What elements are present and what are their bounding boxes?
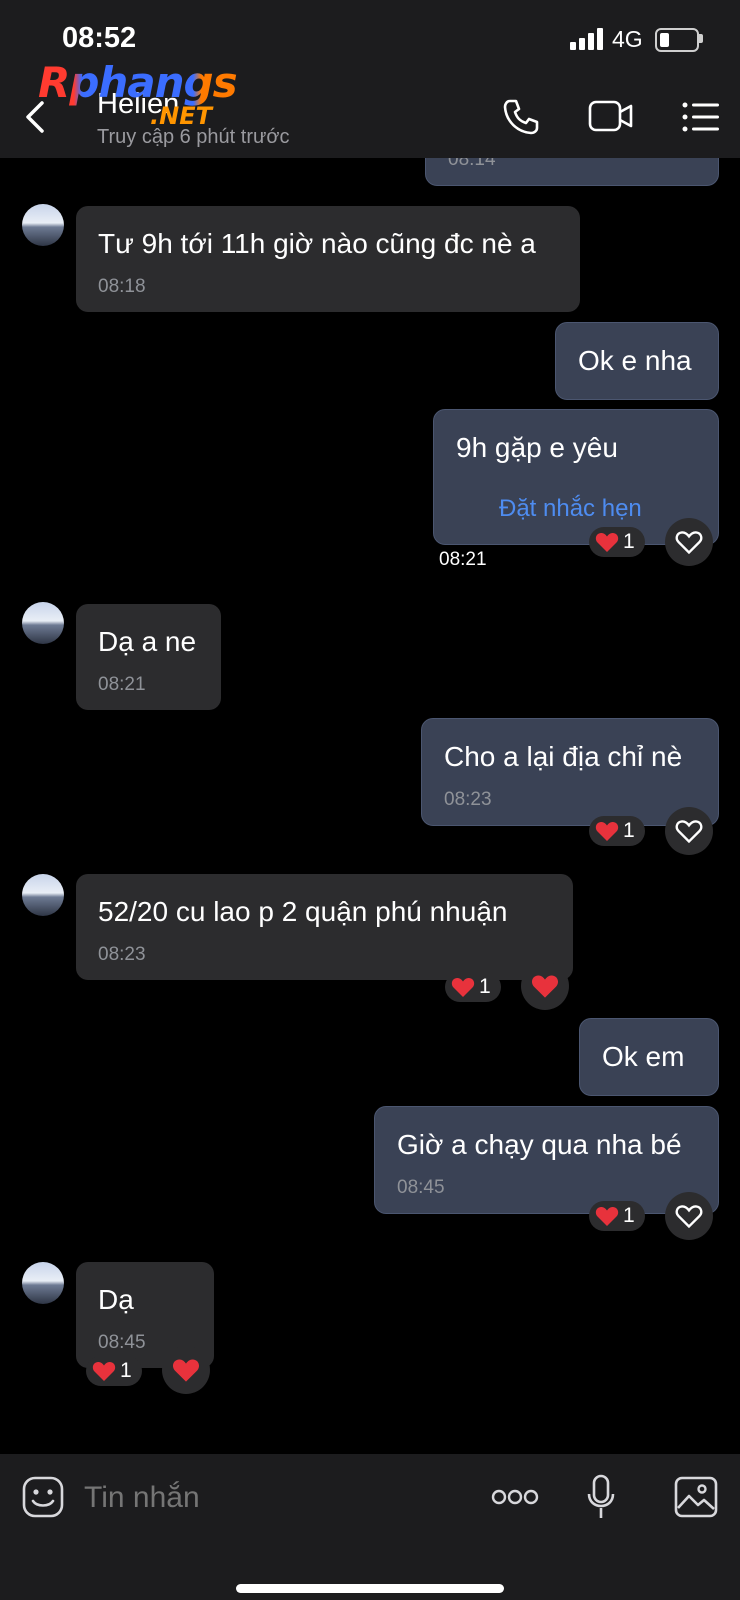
react-button[interactable] [162,1346,210,1394]
message-text: Giờ a chạy qua nha bé [397,1129,682,1160]
status-time: 08:52 [62,22,137,54]
message-time: 08:23 [444,789,492,810]
reaction-count[interactable]: 1 [589,816,645,846]
phone-icon[interactable] [502,98,540,136]
mic-icon[interactable] [586,1474,616,1520]
heart-outline-icon [675,820,703,844]
message-time: 08:23 [98,944,146,965]
reaction-count-value: 1 [623,819,635,842]
message-text: 52/20 cu lao p 2 quận phú nhuận [98,896,508,927]
message-bubble-outgoing[interactable]: Ok e nha [555,322,719,400]
watermark-suffix: .NET [150,102,212,130]
image-icon[interactable] [674,1476,718,1518]
message-time: 08:21 [439,549,487,570]
video-icon[interactable] [588,100,634,132]
react-button[interactable] [665,1192,713,1240]
heart-outline-icon [675,1205,703,1229]
network-label: 4G [612,26,643,52]
react-button[interactable] [665,518,713,566]
sticker-icon[interactable] [22,1476,64,1518]
message-list[interactable]: 08:14 Tư 9h tới 11h giờ nào cũng đc nè a… [0,158,740,1454]
message-text: Dạ a ne [98,626,197,657]
message-input[interactable] [82,1472,466,1524]
message-text: Cho a lại địa chỉ nè [444,741,683,772]
battery-cap [699,34,703,43]
avatar[interactable] [22,874,64,916]
menu-icon[interactable] [682,102,720,132]
home-indicator[interactable] [236,1584,504,1593]
message-composer [0,1454,740,1600]
more-icon[interactable] [491,1488,539,1506]
heart-icon [172,1359,200,1382]
avatar[interactable] [22,204,64,246]
message-bubble-incoming[interactable]: Dạ a ne 08:21 [76,604,221,710]
message-time: 08:14 [448,158,496,170]
signal-icon [570,28,603,50]
heart-icon [531,975,559,998]
heart-icon [595,821,619,841]
heart-icon [595,1206,619,1226]
reaction-count[interactable]: 1 [445,972,501,1002]
reaction-count-value: 1 [623,530,635,553]
set-reminder-link[interactable]: Đặt nhắc hẹn [499,495,642,523]
reaction-count-value: 1 [479,975,491,998]
battery-icon [655,28,699,52]
message-text: 9h gặp e yêu [456,432,618,463]
message-bubble-incoming[interactable]: 52/20 cu lao p 2 quận phú nhuận 08:23 [76,874,573,980]
watermark-main: Rphangs [38,58,238,107]
watermark-logo: Rphangs .NET [38,58,238,130]
status-bar: 08:52 4G [0,0,740,60]
reaction-count[interactable]: 1 [86,1356,142,1386]
message-text: Tư 9h tới 11h giờ nào cũng đc nè a [98,228,536,259]
message-time: 08:45 [98,1332,146,1353]
message-time: 08:18 [98,276,146,297]
message-time: 08:45 [397,1177,445,1198]
avatar[interactable] [22,602,64,644]
message-text: Ok em [602,1041,685,1072]
reaction-count[interactable]: 1 [589,1201,645,1231]
heart-icon [92,1361,116,1381]
reaction-count-value: 1 [623,1204,635,1227]
message-bubble-outgoing[interactable]: Giờ a chạy qua nha bé 08:45 [374,1106,719,1214]
message-text: Ok e nha [578,345,692,376]
message-bubble-incoming[interactable]: Tư 9h tới 11h giờ nào cũng đc nè a 08:18 [76,206,580,312]
reaction-count[interactable]: 1 [589,527,645,557]
heart-outline-icon [675,531,703,555]
heart-icon [451,977,475,997]
react-button[interactable] [521,962,569,1010]
message-bubble-outgoing[interactable]: Ok em [579,1018,719,1096]
heart-icon [595,532,619,552]
message-text: Dạ [98,1284,134,1315]
message-bubble-outgoing[interactable]: 08:14 [425,158,719,186]
message-bubble-outgoing[interactable]: Cho a lại địa chỉ nè 08:23 [421,718,719,826]
message-time: 08:21 [98,674,146,695]
reaction-count-value: 1 [120,1359,132,1382]
react-button[interactable] [665,807,713,855]
avatar[interactable] [22,1262,64,1304]
